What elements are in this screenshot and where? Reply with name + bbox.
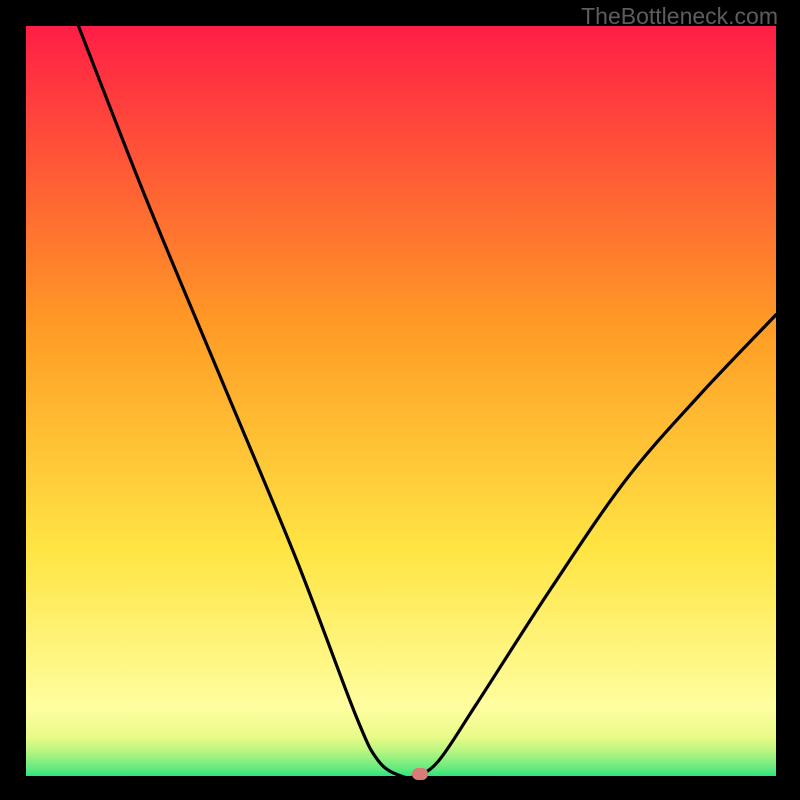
min-point-marker: [412, 768, 428, 780]
chart-root: TheBottleneck.com: [0, 0, 800, 800]
plot-area: [26, 26, 776, 776]
bottleneck-curve-path: [79, 26, 777, 776]
curve-svg: [26, 26, 776, 776]
